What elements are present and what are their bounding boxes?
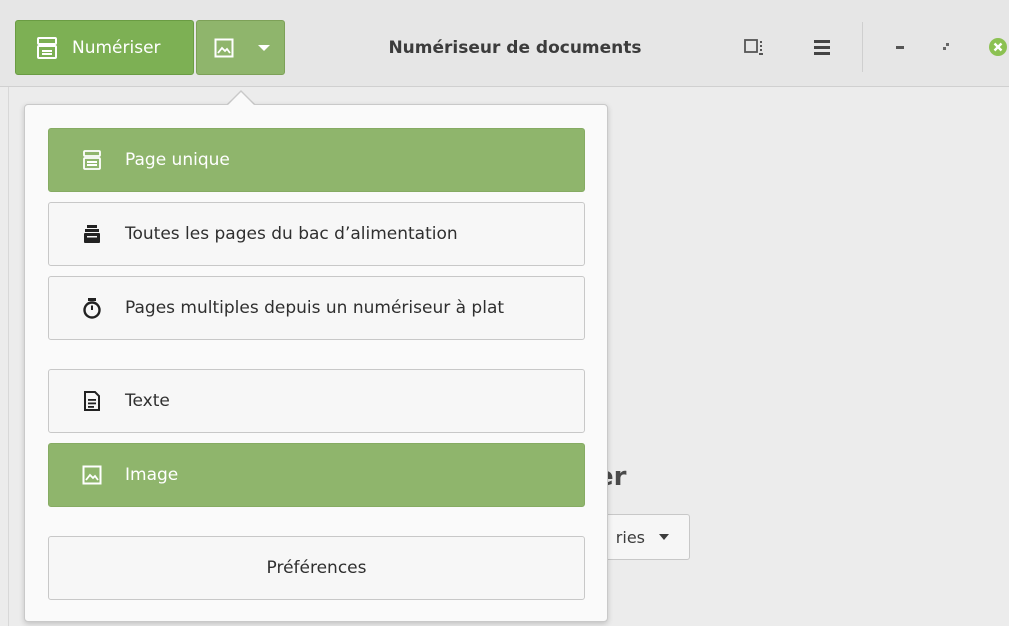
text-document-icon [81,390,103,412]
popover-arrow-fill [227,92,255,106]
menu-item-texte[interactable]: Texte [48,369,585,433]
menu-item-pages-multiples[interactable]: Pages multiples depuis un numériseur à p… [48,276,585,340]
paper-stack-icon [81,223,103,245]
menu-item-label: Toutes les pages du bac d’alimentation [125,224,458,244]
scan-button-label: Numériser [72,37,161,58]
scanner-icon [81,149,103,171]
scan-button[interactable]: Numériser [15,20,194,75]
page-view-icon[interactable] [738,30,772,64]
scan-type-button[interactable] [196,20,285,75]
window-title: Numériseur de documents [388,37,642,58]
menu-item-label: Pages multiples depuis un numériseur à p… [125,298,505,318]
menu-item-toutes-les-pages[interactable]: Toutes les pages du bac d’alimentation [48,202,585,266]
scanner-icon [36,36,58,59]
maximize-icon[interactable] [929,30,963,64]
chevron-down-icon [253,37,275,59]
background-button-label: ries [615,527,645,547]
menu-item-page-unique[interactable]: Page unique [48,128,585,192]
chevron-down-icon [653,526,675,548]
app-window: Numériser Numériseur de documents er rie… [0,0,1009,626]
image-icon [213,37,235,59]
close-icon[interactable] [981,30,1009,64]
timer-icon [81,297,103,319]
hamburger-menu-icon[interactable] [805,30,839,64]
menu-item-label: Page unique [125,150,230,170]
preferences-button[interactable]: Préférences [48,536,585,600]
header-bar: Numériser Numériseur de documents [0,0,1009,87]
minimize-icon[interactable] [883,30,917,64]
preferences-label: Préférences [266,558,367,578]
menu-item-image[interactable]: Image [48,443,585,507]
header-separator [862,22,863,72]
menu-item-label: Image [125,465,179,485]
menu-item-label: Texte [125,391,170,411]
image-icon [81,464,103,486]
